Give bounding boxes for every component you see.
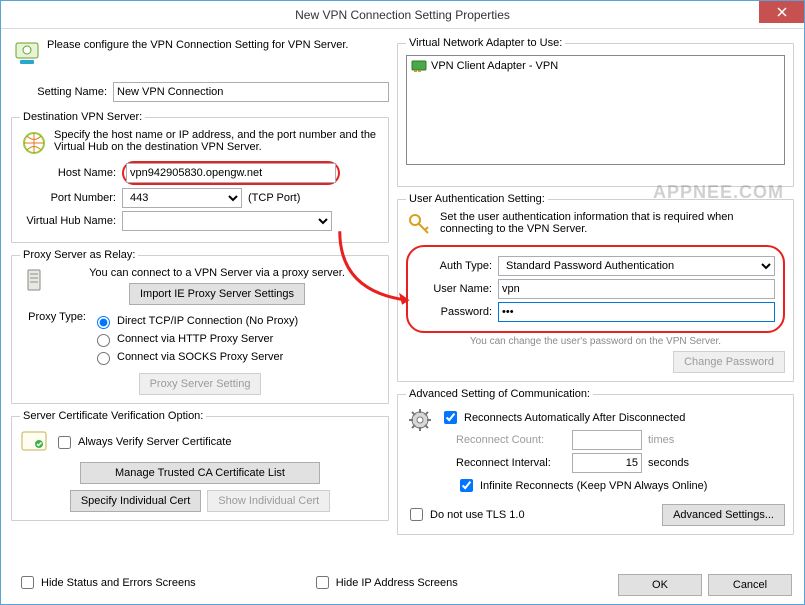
proxy-http-radio[interactable]: Connect via HTTP Proxy Server	[92, 331, 298, 347]
dialog-window: New VPN Connection Setting Properties Pl…	[0, 0, 805, 605]
vhub-label: Virtual Hub Name:	[20, 215, 116, 227]
proxy-direct-radio[interactable]: Direct TCP/IP Connection (No Proxy)	[92, 313, 298, 329]
adapter-list-item[interactable]: VPN Client Adapter - VPN	[409, 58, 782, 74]
reconnect-interval-input[interactable]	[572, 453, 642, 473]
destination-fieldset: Destination VPN Server: Specify the host…	[11, 111, 389, 243]
reconnect-auto-checkbox[interactable]: Reconnects Automatically After Disconnec…	[440, 408, 785, 427]
password-input[interactable]	[498, 302, 775, 322]
gear-icon	[406, 406, 434, 434]
import-ie-proxy-button[interactable]: Import IE Proxy Server Settings	[129, 283, 305, 305]
proxy-desc: You can connect to a VPN Server via a pr…	[54, 267, 380, 279]
host-highlight	[122, 161, 340, 185]
username-label: User Name:	[416, 283, 492, 295]
specify-cert-button[interactable]: Specify Individual Cert	[70, 490, 201, 512]
auth-type-label: Auth Type:	[416, 260, 492, 272]
host-name-input[interactable]	[126, 163, 336, 183]
port-select[interactable]: 443	[122, 188, 242, 208]
setting-name-label: Setting Name:	[11, 86, 107, 98]
close-icon	[777, 7, 787, 17]
reconnect-count-label: Reconnect Count:	[456, 434, 566, 446]
proxy-setting-button: Proxy Server Setting	[139, 373, 262, 395]
titlebar: New VPN Connection Setting Properties	[1, 1, 804, 29]
change-password-button: Change Password	[673, 351, 785, 373]
proxy-fieldset: Proxy Server as Relay: You can connect t…	[11, 249, 389, 404]
cancel-button[interactable]: Cancel	[708, 574, 792, 596]
manage-ca-button[interactable]: Manage Trusted CA Certificate List	[80, 462, 320, 484]
hide-ip-checkbox[interactable]: Hide IP Address Screens	[312, 573, 458, 592]
adapter-fieldset: Virtual Network Adapter to Use: VPN Clie…	[397, 37, 794, 187]
destination-legend: Destination VPN Server:	[20, 111, 145, 123]
certificate-legend: Server Certificate Verification Option:	[20, 410, 206, 422]
setting-name-input[interactable]	[113, 82, 389, 102]
hide-status-checkbox[interactable]: Hide Status and Errors Screens	[17, 573, 196, 592]
always-verify-checkbox[interactable]: Always Verify Server Certificate	[54, 433, 231, 452]
top-instruction: Please configure the VPN Connection Sett…	[47, 39, 348, 51]
reconnect-interval-unit: seconds	[648, 457, 689, 469]
port-label: Port Number:	[20, 192, 116, 204]
advanced-settings-button[interactable]: Advanced Settings...	[662, 504, 785, 526]
right-column: Virtual Network Adapter to Use: VPN Clie…	[397, 37, 794, 596]
show-cert-button: Show Individual Cert	[207, 490, 330, 512]
reconnect-count-unit: times	[648, 434, 674, 446]
vhub-select[interactable]	[122, 211, 332, 231]
ok-button[interactable]: OK	[618, 574, 702, 596]
adapter-listbox[interactable]: VPN Client Adapter - VPN	[406, 55, 785, 165]
window-title: New VPN Connection Setting Properties	[295, 8, 510, 22]
infinite-reconnect-checkbox[interactable]: Infinite Reconnects (Keep VPN Always Onl…	[456, 476, 785, 495]
reconnect-count-input	[572, 430, 642, 450]
vpn-server-icon	[13, 39, 41, 67]
nic-icon	[411, 59, 427, 73]
globe-icon	[20, 129, 48, 157]
server-icon	[20, 267, 48, 295]
proxy-socks-radio[interactable]: Connect via SOCKS Proxy Server	[92, 349, 298, 365]
destination-desc: Specify the host name or IP address, and…	[54, 129, 380, 153]
auth-highlight: Auth Type: Standard Password Authenticat…	[406, 245, 785, 333]
keys-icon	[406, 211, 434, 239]
certificate-icon	[20, 428, 48, 456]
tcp-port-label: (TCP Port)	[248, 192, 300, 204]
advanced-fieldset: Advanced Setting of Communication: Recon…	[397, 388, 794, 535]
password-label: Password:	[416, 306, 492, 318]
reconnect-interval-label: Reconnect Interval:	[456, 457, 566, 469]
auth-type-select[interactable]: Standard Password Authentication	[498, 256, 775, 276]
proxy-type-label: Proxy Type:	[20, 311, 86, 367]
advanced-legend: Advanced Setting of Communication:	[406, 388, 593, 400]
auth-hint: You can change the user's password on th…	[406, 336, 785, 347]
auth-legend: User Authentication Setting:	[406, 193, 548, 205]
no-tls-checkbox[interactable]: Do not use TLS 1.0	[406, 505, 525, 524]
adapter-legend: Virtual Network Adapter to Use:	[406, 37, 565, 49]
username-input[interactable]	[498, 279, 775, 299]
auth-fieldset: User Authentication Setting: Set the use…	[397, 193, 794, 382]
left-column: Please configure the VPN Connection Sett…	[11, 37, 389, 596]
auth-desc: Set the user authentication information …	[440, 211, 785, 235]
proxy-legend: Proxy Server as Relay:	[20, 249, 138, 261]
close-button[interactable]	[759, 1, 804, 23]
host-name-label: Host Name:	[20, 167, 116, 179]
certificate-fieldset: Server Certificate Verification Option: …	[11, 410, 389, 521]
